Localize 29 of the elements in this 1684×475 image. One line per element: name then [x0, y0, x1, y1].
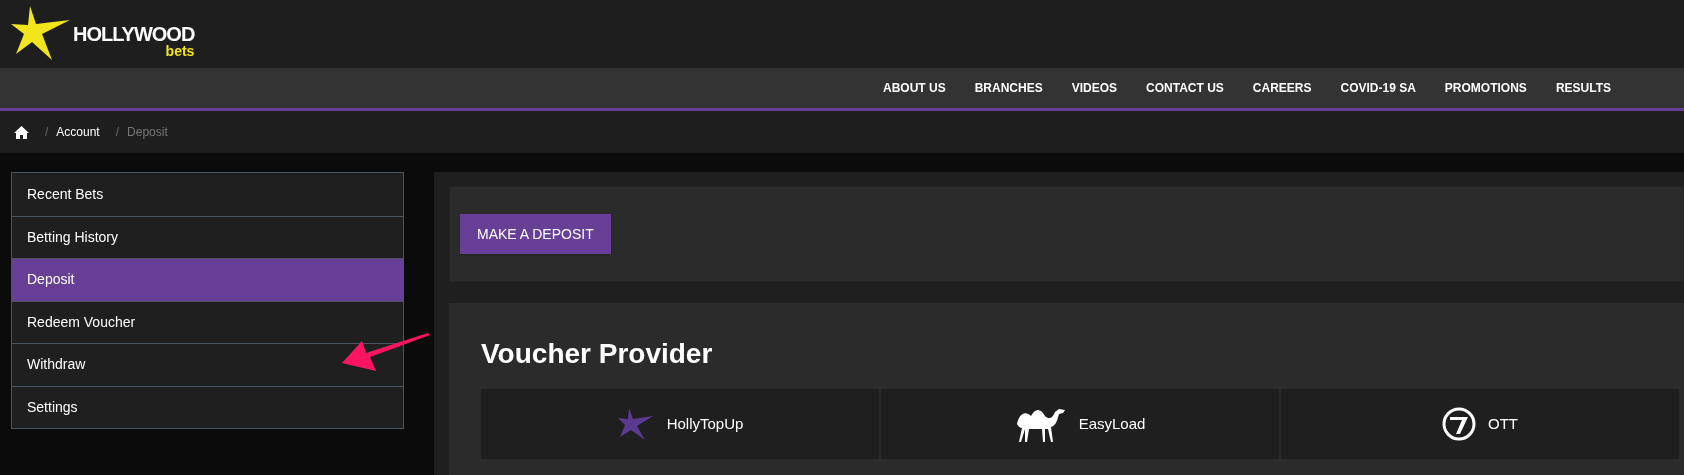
nav-link[interactable]: CONTACT US — [1146, 79, 1224, 97]
nav-link[interactable]: PROMOTIONS — [1444, 79, 1527, 97]
logo-text: HOLLYWOOD — [73, 24, 195, 44]
ott-icon — [1442, 407, 1476, 441]
nav-link[interactable]: VIDEOS — [1071, 79, 1118, 97]
sidebar-item[interactable]: Redeem Voucher — [12, 300, 403, 343]
star-icon — [616, 406, 655, 442]
nav-link[interactable]: CAREERS — [1252, 79, 1312, 97]
breadcrumb-separator: / — [45, 124, 49, 141]
sidebar-item[interactable]: Betting History — [12, 215, 403, 258]
home-icon[interactable] — [14, 125, 29, 139]
breadcrumb-link[interactable]: Deposit — [127, 123, 168, 141]
breadcrumb-separator: / — [115, 124, 120, 141]
sidebar-item[interactable]: Recent Bets — [12, 173, 403, 216]
sidebar-item[interactable]: Withdraw — [12, 343, 403, 386]
section-title: Voucher Provider — [481, 337, 714, 371]
nav-link[interactable]: COVID-19 SA — [1340, 79, 1416, 97]
sidebar-item[interactable]: Settings — [12, 385, 403, 428]
provider-tile[interactable]: OTT — [1281, 389, 1679, 459]
provider-tile[interactable]: EasyLoad — [881, 389, 1279, 459]
nav-link[interactable]: ABOUT US — [883, 79, 946, 97]
logo[interactable]: HOLLYWOOD bets — [10, 4, 210, 64]
nav-link[interactable]: RESULTS — [1555, 79, 1611, 97]
logo-subtext: bets — [165, 44, 195, 58]
nav-link[interactable]: BRANCHES — [974, 79, 1043, 97]
make-deposit-button[interactable]: MAKE A DEPOSIT — [460, 214, 611, 254]
sidebar-item[interactable]: Deposit — [12, 258, 403, 301]
breadcrumb-link[interactable]: Account — [56, 123, 100, 141]
provider-tile[interactable]: HollyTopUp — [481, 389, 879, 459]
